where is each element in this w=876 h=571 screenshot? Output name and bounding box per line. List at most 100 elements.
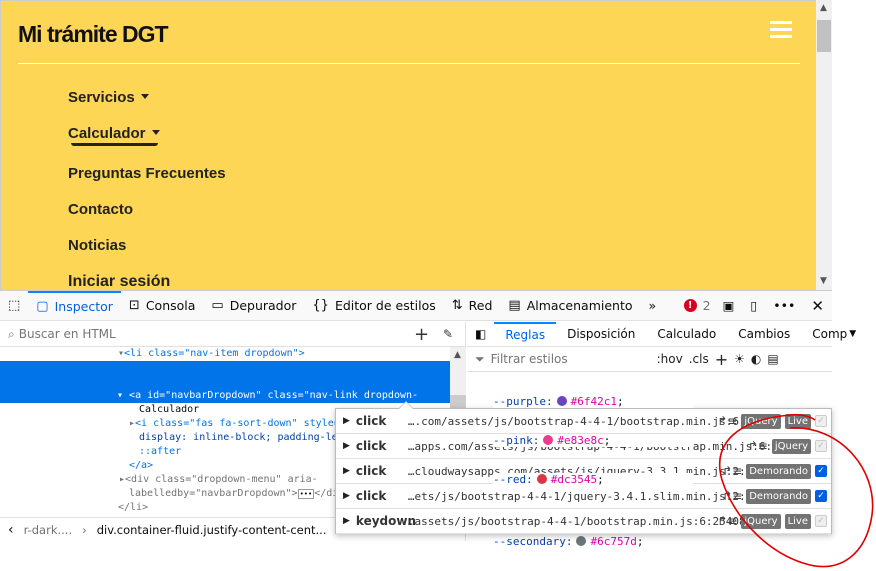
event-type: click xyxy=(355,464,387,478)
enable-listener-checkbox[interactable]: ✓ xyxy=(815,490,827,502)
responsive-mode-button[interactable]: ▯ xyxy=(742,291,765,321)
tab-almacenamiento[interactable]: ▤ Almacenamiento xyxy=(500,291,640,321)
tab-calculado[interactable]: Calculado xyxy=(646,322,727,347)
print-media-icon[interactable]: ▤ xyxy=(767,352,778,366)
tab-consola[interactable]: ⊡ Consola xyxy=(121,291,204,321)
tabs-overflow-icon[interactable]: ▼ xyxy=(849,329,856,339)
breadcrumb-item[interactable]: r-dark.... xyxy=(24,523,73,537)
listener-badge: jQuery xyxy=(741,513,781,529)
property: --secondary: xyxy=(493,535,573,548)
inspector-icon: ▢ xyxy=(36,299,49,314)
enable-listener-checkbox[interactable]: ✓ xyxy=(815,515,827,527)
nav-noticias[interactable]: Noticias xyxy=(68,237,126,254)
event-source-link[interactable]: …assets/js/bootstrap-4-4-1/bootstrap.min… xyxy=(408,515,746,528)
enable-listener-checkbox[interactable]: ✓ xyxy=(815,415,827,427)
more-tabs-button[interactable]: » xyxy=(641,291,665,321)
hamburger-menu-icon[interactable] xyxy=(770,21,792,39)
nav-iniciar-sesion[interactable]: Iniciar sesión xyxy=(68,273,170,290)
tab-depurador[interactable]: ▭ Depurador xyxy=(203,291,304,321)
property: --pink: xyxy=(493,434,540,447)
event-listener-row[interactable]: ▶ keydown …assets/js/bootstrap-4-4-1/boots… xyxy=(336,509,831,534)
site-logo[interactable]: Mi trámite DGT xyxy=(18,21,169,48)
scroll-thumb[interactable] xyxy=(817,20,831,52)
css-declaration[interactable]: --purple: #6f42c1; xyxy=(493,395,693,408)
selected-node[interactable]: ▾ <a id="navbarDropdown" class="nav-link… xyxy=(0,361,450,486)
picker-icon: ⬚ xyxy=(8,298,21,313)
expand-icon[interactable]: ▶ xyxy=(343,441,350,451)
html-search-input[interactable] xyxy=(18,327,399,341)
node-text: ::after xyxy=(139,446,182,457)
jump-to-definition-icon[interactable]: ↱≡ xyxy=(748,439,768,453)
error-count-button[interactable]: ! 2 xyxy=(680,291,715,321)
expand-icon[interactable]: ▶ xyxy=(343,466,350,476)
tree-line[interactable]: ▾<li class="nav-item dropdown"> xyxy=(118,347,450,361)
node-text: labelledby="navbarDropdown"> xyxy=(129,488,298,499)
element-picker-button[interactable]: ⬚ xyxy=(0,291,28,321)
nav-contacto[interactable]: Contacto xyxy=(68,201,133,218)
color-swatch[interactable] xyxy=(576,536,587,546)
eyedropper-icon[interactable]: ✎ xyxy=(443,327,453,341)
node-text: </a> xyxy=(129,460,154,471)
caret-down-icon xyxy=(151,130,160,135)
options-menu-button[interactable]: ••• xyxy=(765,291,803,321)
css-declaration[interactable]: --pink: #e83e8c; xyxy=(493,434,693,447)
jump-to-definition-icon[interactable]: ↱≡ xyxy=(722,489,742,503)
collapsed-children-icon[interactable]: ••• xyxy=(297,489,315,499)
toggle-sidebar-icon[interactable]: ◧ xyxy=(467,327,494,341)
nav-calculador[interactable]: Calculador xyxy=(68,125,160,142)
tab-label: Red xyxy=(468,298,493,313)
tab-label: Almacenamiento xyxy=(526,298,633,313)
tab-cambios[interactable]: Cambios xyxy=(727,322,801,347)
css-declaration[interactable]: --secondary: #6c757d; xyxy=(493,535,643,548)
tab-reglas[interactable]: Reglas xyxy=(494,321,557,347)
network-arrows-icon: ⇅ xyxy=(451,298,463,313)
css-declaration[interactable]: --red: #dc3545; xyxy=(493,473,693,486)
tab-editor-estilos[interactable]: {} Editor de estilos xyxy=(304,291,443,321)
split-console-button[interactable]: ▣ xyxy=(715,291,743,321)
light-theme-icon[interactable]: ☀ xyxy=(734,352,745,366)
tab-compatibilidad[interactable]: Comp xyxy=(801,322,849,347)
tab-inspector[interactable]: ▢ Inspector xyxy=(28,290,121,321)
expand-icon[interactable]: ▶ xyxy=(343,516,350,526)
listener-badge: Demorando xyxy=(746,463,811,479)
hov-button[interactable]: :hov xyxy=(657,352,683,366)
tab-disposicion[interactable]: Disposición xyxy=(556,322,646,347)
close-devtools-button[interactable]: ✕ xyxy=(803,291,832,321)
tab-label: Inspector xyxy=(54,299,113,314)
page-scrollbar[interactable]: ▲ ▼ xyxy=(816,0,832,290)
tab-label: Depurador xyxy=(229,298,297,313)
enable-listener-checkbox[interactable]: ✓ xyxy=(815,440,827,452)
add-rule-button[interactable]: + xyxy=(715,350,728,369)
dark-theme-icon[interactable]: ◐ xyxy=(751,352,761,366)
jump-to-definition-icon[interactable]: ↱≡ xyxy=(717,514,737,528)
property: --red: xyxy=(493,473,533,486)
scroll-up-icon[interactable]: ▲ xyxy=(820,3,827,13)
scroll-up-icon[interactable]: ▲ xyxy=(454,350,461,360)
event-listener-row[interactable]: ▶ click ….com/assets/js/bootstrap-4-4-1/bo… xyxy=(336,409,831,434)
styles-filter-input[interactable] xyxy=(490,352,651,366)
node-text: display: inline-block; padding-le xyxy=(139,432,338,443)
enable-listener-checkbox[interactable]: ✓ xyxy=(815,465,827,477)
breadcrumb-item[interactable]: div.container-fluid.justify-content-cent… xyxy=(97,523,327,537)
value: #6f42c1 xyxy=(570,395,617,408)
color-swatch[interactable] xyxy=(543,435,554,445)
nav-label: Servicios xyxy=(68,89,135,106)
node-text: <li class="nav-item dropdown"> xyxy=(124,348,305,359)
jump-to-definition-icon[interactable]: ↱≡ xyxy=(717,414,737,428)
add-node-button[interactable]: + xyxy=(414,324,429,345)
nav-preguntas-frecuentes[interactable]: Preguntas Frecuentes xyxy=(68,165,226,182)
tab-label: Consola xyxy=(145,298,196,313)
color-swatch[interactable] xyxy=(536,474,547,484)
cls-button[interactable]: .cls xyxy=(689,352,709,366)
nav-servicios[interactable]: Servicios xyxy=(68,89,149,106)
color-swatch[interactable] xyxy=(556,396,567,406)
tab-red[interactable]: ⇅ Red xyxy=(444,291,501,321)
double-chevron-icon: » xyxy=(648,298,657,313)
scroll-down-icon[interactable]: ▼ xyxy=(820,276,827,286)
event-listener-row[interactable]: ▶ click …ets/js/bootstrap-4-4-1/jquery-3.4… xyxy=(336,484,831,509)
event-type: click xyxy=(355,414,387,428)
expand-icon[interactable]: ▶ xyxy=(343,491,350,501)
expand-icon[interactable]: ▶ xyxy=(343,416,350,426)
jump-to-definition-icon[interactable]: ↱≡ xyxy=(722,464,742,478)
breadcrumb-back-icon[interactable]: ‹ xyxy=(8,522,14,538)
